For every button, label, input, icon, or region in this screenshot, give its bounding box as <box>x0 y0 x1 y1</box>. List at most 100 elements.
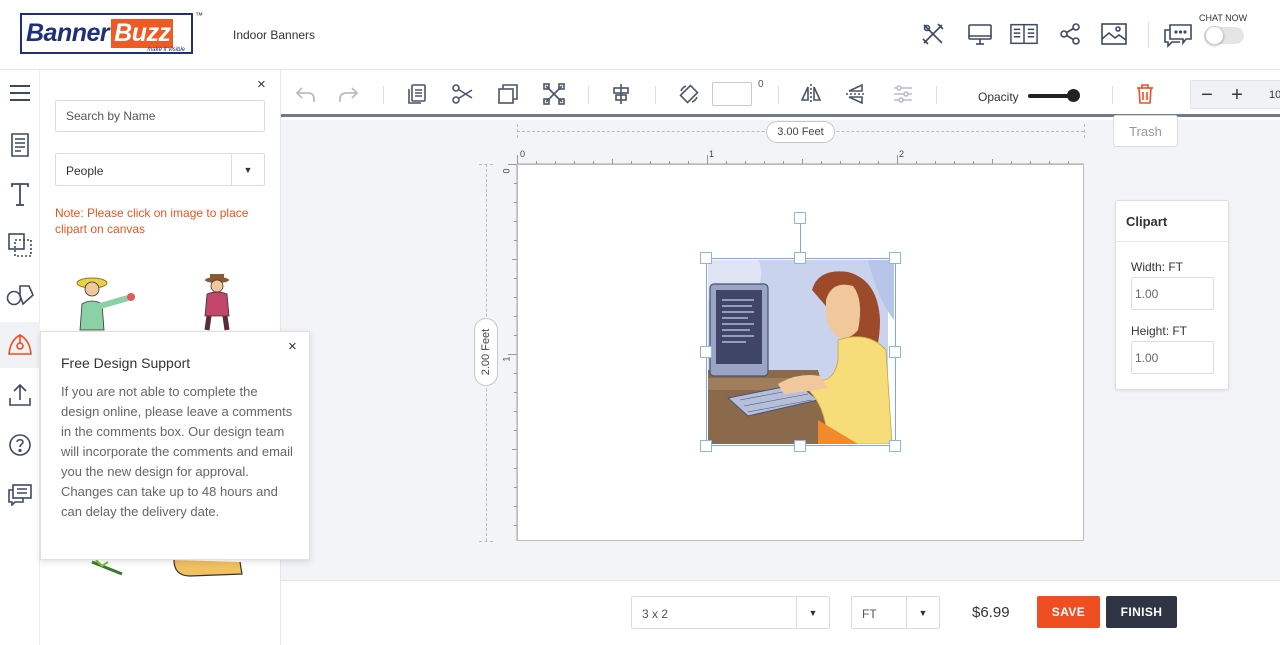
opacity-label: Opacity <box>978 90 1019 104</box>
text-icon[interactable] <box>0 172 40 218</box>
panel-close-icon[interactable]: × <box>257 76 266 93</box>
height-label: Height: FT <box>1131 324 1188 338</box>
clipart-thumb-partial-2[interactable] <box>170 558 246 580</box>
clipart-thumb-hiker[interactable] <box>72 274 138 332</box>
height-dimension-tick <box>479 164 493 165</box>
duplicate-icon[interactable] <box>496 82 520 106</box>
clipart-note: Note: Please click on image to place cli… <box>55 206 249 236</box>
toolbar-divider <box>655 86 656 104</box>
menu-icon[interactable] <box>0 70 40 116</box>
clipart-thumb-partial-1[interactable] <box>88 558 128 578</box>
redo-icon[interactable] <box>337 82 361 106</box>
ruler-top-label: 1 <box>709 149 715 159</box>
height-dimension-label: 2.00 Feet <box>480 328 493 376</box>
ruler-left-label: 0 <box>501 168 512 174</box>
ruler-left-label: 1 <box>501 356 512 362</box>
trash-tooltip: Trash <box>1113 115 1178 147</box>
design-tools-icon[interactable] <box>919 20 947 48</box>
editor-toolbar: 0 Opacity − + 100 <box>281 70 1280 117</box>
trash-icon[interactable] <box>1133 82 1157 106</box>
rotate-icon[interactable] <box>677 82 701 106</box>
logo-tagline: make it visible <box>147 47 185 53</box>
width-dimension-tick <box>1084 124 1085 138</box>
resize-handle-bottom[interactable] <box>794 440 806 452</box>
width-label: Width: FT <box>1131 260 1184 274</box>
app-header: Banner Buzz make it visible ™ Indoor Ban… <box>0 0 1280 70</box>
monitor-preview-icon[interactable] <box>966 20 994 48</box>
bannerbuzz-logo[interactable]: Banner Buzz make it visible ™ <box>20 11 203 54</box>
toolbar-divider <box>778 86 779 104</box>
shapes-icon[interactable] <box>0 272 40 318</box>
resize-handle-bottom-right[interactable] <box>889 440 901 452</box>
rotation-angle-input[interactable] <box>712 82 752 106</box>
editor-footer: 3 x 2 ▼ FT ▼ $6.99 SAVE FINISH <box>281 580 1280 645</box>
clipart-icon[interactable] <box>0 322 40 368</box>
template-icon[interactable] <box>0 122 40 168</box>
ruler-top-label: 0 <box>520 149 526 159</box>
zoom-out-button[interactable]: − <box>1195 83 1219 107</box>
opacity-slider[interactable] <box>1028 89 1080 102</box>
size-value: 3 x 2 <box>642 607 669 621</box>
chevron-down-icon: ▼ <box>231 154 264 185</box>
price-label: $6.99 <box>972 604 1010 621</box>
adjust-sliders-icon[interactable] <box>891 82 915 106</box>
unit-select[interactable]: FT ▼ <box>851 596 940 629</box>
clipart-width-input[interactable] <box>1131 277 1214 310</box>
comments-icon[interactable] <box>0 472 40 518</box>
free-design-support-popup: × Free Design Support If you are not abl… <box>40 331 310 560</box>
clipart-height-input[interactable] <box>1131 341 1214 374</box>
upload-icon[interactable] <box>0 372 40 418</box>
paste-icon[interactable] <box>405 82 429 106</box>
clipart-properties-panel: Clipart Width: FT Height: FT <box>1115 200 1229 390</box>
resize-handle-top-right[interactable] <box>889 252 901 264</box>
save-button[interactable]: SAVE <box>1037 596 1100 628</box>
zoom-in-button[interactable]: + <box>1225 83 1249 107</box>
clipart-search-input[interactable] <box>55 100 265 132</box>
resize-handle-bottom-left[interactable] <box>700 440 712 452</box>
toolbar-divider <box>588 86 589 104</box>
image-icon[interactable] <box>1100 20 1128 48</box>
chat-icon[interactable] <box>1162 18 1194 50</box>
opacity-slider-thumb[interactable] <box>1067 89 1080 102</box>
clipart-thumb-cowboy[interactable] <box>195 272 240 332</box>
flip-vertical-icon[interactable] <box>844 82 868 106</box>
align-center-icon[interactable] <box>609 82 633 106</box>
background-icon[interactable] <box>0 222 40 268</box>
flip-horizontal-icon[interactable] <box>799 82 823 106</box>
zoom-value[interactable]: 100 <box>1269 89 1280 101</box>
popup-title: Free Design Support <box>61 355 191 371</box>
resize-handle-right[interactable] <box>889 346 901 358</box>
clipart-category-select[interactable]: People ▼ <box>55 153 265 186</box>
zoom-control: − + 100 <box>1190 80 1280 109</box>
degree-symbol: 0 <box>758 79 764 90</box>
logo-text-banner: Banner <box>26 19 110 47</box>
undo-icon[interactable] <box>293 82 317 106</box>
width-dimension-tick <box>517 124 518 138</box>
chat-toggle[interactable] <box>1204 26 1244 45</box>
ruler-top: 0 1 2 <box>517 149 1084 164</box>
resize-handle-top-left[interactable] <box>700 252 712 264</box>
logo-trademark: ™ <box>195 11 203 20</box>
book-guide-icon[interactable] <box>1010 20 1038 48</box>
transform-icon[interactable] <box>542 82 566 106</box>
popup-body: If you are not able to complete the desi… <box>61 384 293 519</box>
rotation-handle[interactable] <box>794 212 806 224</box>
height-dimension-tick <box>479 541 493 542</box>
toolbar-divider <box>936 86 937 104</box>
tool-rail <box>0 70 40 645</box>
share-icon[interactable] <box>1056 20 1084 48</box>
resize-handle-left[interactable] <box>700 346 712 358</box>
help-icon[interactable] <box>0 422 40 468</box>
cut-icon[interactable] <box>450 82 474 106</box>
logo-text-buzz: Buzz <box>111 19 174 48</box>
category-value: People <box>66 164 104 178</box>
unit-value: FT <box>862 607 877 621</box>
chat-now-label: CHAT NOW <box>1199 13 1248 23</box>
ruler-left: 0 1 <box>501 164 517 541</box>
chevron-down-icon: ▼ <box>906 597 939 628</box>
resize-handle-top[interactable] <box>794 252 806 264</box>
finish-button[interactable]: FINISH <box>1106 596 1177 628</box>
size-select[interactable]: 3 x 2 ▼ <box>631 596 830 629</box>
popup-close-icon[interactable]: × <box>288 338 297 355</box>
ruler-top-label: 2 <box>899 149 905 159</box>
